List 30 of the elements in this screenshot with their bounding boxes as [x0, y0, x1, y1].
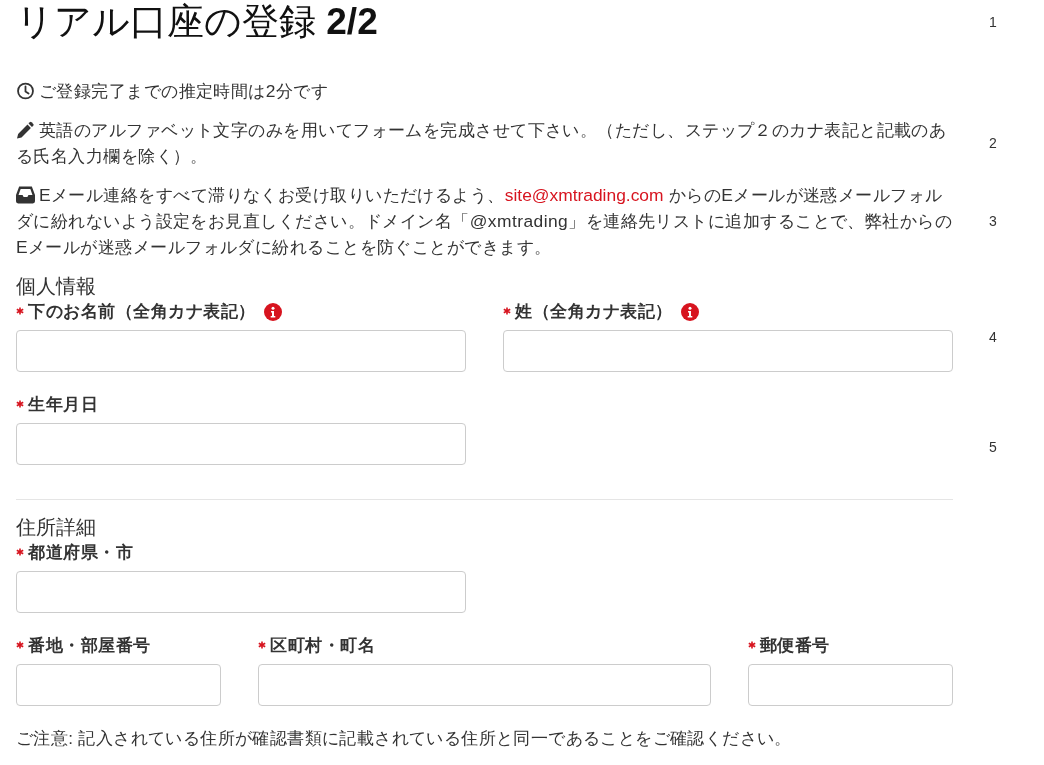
input-field[interactable]	[16, 664, 222, 706]
section-heading: 住所詳細	[16, 515, 97, 539]
input-field[interactable]	[16, 571, 466, 613]
field-label: 生年月日	[28, 394, 98, 416]
input-field[interactable]	[258, 664, 711, 706]
margin-number: 4	[989, 328, 997, 345]
pencil-icon	[16, 121, 35, 139]
field-label: 姓（全角カナ表記）	[515, 301, 673, 323]
margin-number: 2	[989, 135, 997, 151]
note-text: Eメール連絡をすべて滞りなくお受け取りいただけるよう、site@xmtrading.com からのEメールが迷惑メールフォルダに紛れないよう設定をお見直しください。ドメイン名「@xmtrading」を連絡先リストに追加することで、弊社からのEメールが迷惑メールフォルダに紛れることを防ぐことができます。	[16, 184, 953, 259]
margin-number: 3	[989, 213, 997, 229]
section-heading: 個人情報	[16, 274, 97, 298]
margin-number: 5	[989, 438, 997, 455]
page-title: リアル口座の登録 2/2	[16, 0, 379, 44]
field-label: 番地・部屋番号	[28, 635, 151, 657]
field-label: 都道府県・市	[28, 542, 133, 564]
email-link[interactable]: site@xmtrading.com	[504, 185, 664, 205]
note-text: ご登録完了までの推定時間は2分です	[16, 78, 953, 104]
inbox-icon	[16, 186, 35, 204]
input-field[interactable]	[16, 423, 466, 465]
input-field[interactable]	[16, 330, 466, 372]
field-label: 区町村・町名	[270, 635, 376, 657]
clock-icon	[16, 82, 35, 100]
input-field[interactable]	[747, 664, 953, 706]
field-label: 下のお名前（全角カナ表記）	[28, 301, 256, 323]
input-field[interactable]	[503, 330, 953, 372]
field-label: 郵便番号	[759, 635, 830, 657]
note-text: 英語のアルファベット文字のみを用いてフォームを完成させて下さい。（ただし、ステップ２のカナ表記と記載のある氏名入力欄を除く）。	[16, 119, 948, 168]
margin-number: 1	[989, 14, 997, 30]
address-notice: ご注意: 記入されている住所が確認書類に記載されている住所と同一であることをご確認ください。	[16, 728, 793, 750]
